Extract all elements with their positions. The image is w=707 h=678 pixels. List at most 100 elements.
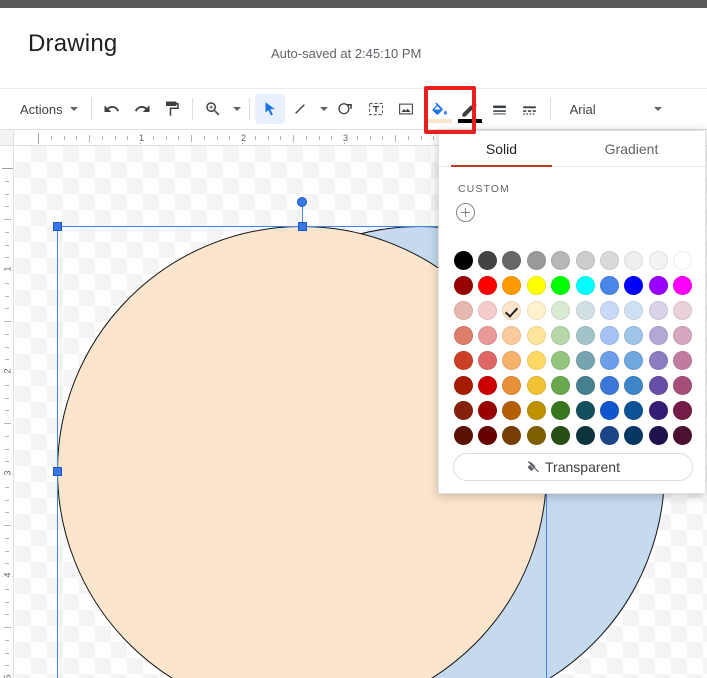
color-swatch-cell[interactable] xyxy=(646,273,670,297)
color-swatch-073763[interactable] xyxy=(624,425,644,445)
color-swatch-cell[interactable] xyxy=(671,323,695,347)
color-swatch-ead1dc[interactable] xyxy=(673,300,693,320)
color-swatch-cell[interactable] xyxy=(597,348,621,372)
color-swatch-999999[interactable] xyxy=(526,250,546,270)
color-swatch-cell[interactable] xyxy=(622,398,646,422)
color-swatch-cell[interactable] xyxy=(524,373,548,397)
color-swatch-cell[interactable] xyxy=(646,423,670,447)
line-dropdown-button[interactable] xyxy=(315,94,331,124)
color-swatch-76a5af[interactable] xyxy=(575,350,595,370)
color-swatch-cell[interactable] xyxy=(671,373,695,397)
color-swatch-cell[interactable] xyxy=(500,248,524,272)
color-swatch-cell[interactable] xyxy=(597,248,621,272)
line-weight-button[interactable] xyxy=(485,94,515,124)
color-swatch-ffd966[interactable] xyxy=(526,350,546,370)
color-swatch-cell[interactable] xyxy=(475,373,499,397)
color-swatch-cell[interactable] xyxy=(573,373,597,397)
color-swatch-cell[interactable] xyxy=(524,323,548,347)
color-swatch-b4a7d6[interactable] xyxy=(648,325,668,345)
color-swatch-cell[interactable] xyxy=(646,348,670,372)
color-swatch-cell[interactable] xyxy=(500,323,524,347)
color-swatch-cell[interactable] xyxy=(646,248,670,272)
color-swatch-6aa84f[interactable] xyxy=(551,375,571,395)
color-swatch-cell[interactable] xyxy=(597,373,621,397)
line-color-button[interactable] xyxy=(455,94,485,124)
color-swatch-cell[interactable] xyxy=(549,348,573,372)
paint-format-button[interactable] xyxy=(157,94,187,124)
color-swatch-93c47d[interactable] xyxy=(551,350,571,370)
color-swatch-cell[interactable] xyxy=(549,373,573,397)
color-swatch-cell[interactable] xyxy=(500,348,524,372)
color-swatch-d9ead3[interactable] xyxy=(551,300,571,320)
color-swatch-274e13[interactable] xyxy=(551,425,571,445)
color-swatch-c9daf8[interactable] xyxy=(600,300,620,320)
resize-handle-middle-left[interactable] xyxy=(52,466,62,476)
color-swatch-cell[interactable] xyxy=(451,273,475,297)
color-swatch-434343[interactable] xyxy=(478,250,498,270)
color-swatch-fce5cd[interactable] xyxy=(502,300,522,320)
color-swatch-cell[interactable] xyxy=(549,298,573,322)
color-swatch-741b47[interactable] xyxy=(673,400,693,420)
line-tool-button[interactable] xyxy=(285,94,315,124)
color-swatch-cell[interactable] xyxy=(597,398,621,422)
color-swatch-3d85c6[interactable] xyxy=(624,375,644,395)
color-swatch-f1c232[interactable] xyxy=(526,375,546,395)
color-swatch-ff00ff[interactable] xyxy=(673,275,693,295)
color-swatch-38761d[interactable] xyxy=(551,400,571,420)
color-swatch-4a86e8[interactable] xyxy=(600,275,620,295)
color-swatch-cell[interactable] xyxy=(573,423,597,447)
color-swatch-cell[interactable] xyxy=(646,323,670,347)
color-swatch-cell[interactable] xyxy=(475,248,499,272)
redo-button[interactable] xyxy=(127,94,157,124)
vertical-ruler[interactable]: 1 2 3 4 5 xyxy=(0,146,14,678)
color-swatch-666666[interactable] xyxy=(502,250,522,270)
color-swatch-cell[interactable] xyxy=(646,398,670,422)
color-swatch-cell[interactable] xyxy=(500,398,524,422)
image-button[interactable] xyxy=(391,94,421,124)
color-swatch-cell[interactable] xyxy=(573,248,597,272)
color-swatch-cell[interactable] xyxy=(524,398,548,422)
color-swatch-cell[interactable] xyxy=(573,323,597,347)
color-swatch-9fc5e8[interactable] xyxy=(624,325,644,345)
select-tool-button[interactable] xyxy=(254,94,285,124)
text-box-button[interactable] xyxy=(361,94,391,124)
color-swatch-6d9eeb[interactable] xyxy=(600,350,620,370)
shape-tool-button[interactable] xyxy=(331,94,361,124)
color-swatch-d9d9d9[interactable] xyxy=(600,250,620,270)
color-swatch-ffe599[interactable] xyxy=(526,325,546,345)
color-swatch-cell[interactable] xyxy=(573,298,597,322)
color-swatch-cell[interactable] xyxy=(671,398,695,422)
color-swatch-bf9000[interactable] xyxy=(526,400,546,420)
color-swatch-fff2cc[interactable] xyxy=(526,300,546,320)
color-swatch-cell[interactable] xyxy=(573,273,597,297)
color-swatch-f4cccc[interactable] xyxy=(478,300,498,320)
color-swatch-cell[interactable] xyxy=(646,298,670,322)
color-swatch-cell[interactable] xyxy=(451,398,475,422)
color-swatch-1155cc[interactable] xyxy=(600,400,620,420)
color-swatch-cell[interactable] xyxy=(597,273,621,297)
color-swatch-d0e0e3[interactable] xyxy=(575,300,595,320)
color-swatch-0b5394[interactable] xyxy=(624,400,644,420)
color-swatch-674ea7[interactable] xyxy=(648,375,668,395)
color-swatch-45818e[interactable] xyxy=(575,375,595,395)
color-swatch-3c78d8[interactable] xyxy=(600,375,620,395)
tab-gradient[interactable]: Gradient xyxy=(564,131,699,166)
color-swatch-cell[interactable] xyxy=(549,398,573,422)
color-swatch-134f5c[interactable] xyxy=(575,400,595,420)
color-swatch-cell[interactable] xyxy=(500,423,524,447)
color-swatch-cell[interactable] xyxy=(597,423,621,447)
color-swatch-cell[interactable] xyxy=(622,348,646,372)
color-swatch-b45f06[interactable] xyxy=(502,400,522,420)
color-swatch-cell[interactable] xyxy=(451,423,475,447)
color-swatch-cell[interactable] xyxy=(451,348,475,372)
color-swatch-cell[interactable] xyxy=(475,298,499,322)
color-swatch-e06666[interactable] xyxy=(478,350,498,370)
color-swatch-ff9900[interactable] xyxy=(502,275,522,295)
color-swatch-cell[interactable] xyxy=(622,248,646,272)
color-swatch-dd7e6b[interactable] xyxy=(453,325,473,345)
color-swatch-cell[interactable] xyxy=(475,348,499,372)
color-swatch-a4c2f4[interactable] xyxy=(600,325,620,345)
color-swatch-ff0000[interactable] xyxy=(478,275,498,295)
rotation-handle[interactable] xyxy=(297,197,307,207)
color-swatch-cell[interactable] xyxy=(451,248,475,272)
